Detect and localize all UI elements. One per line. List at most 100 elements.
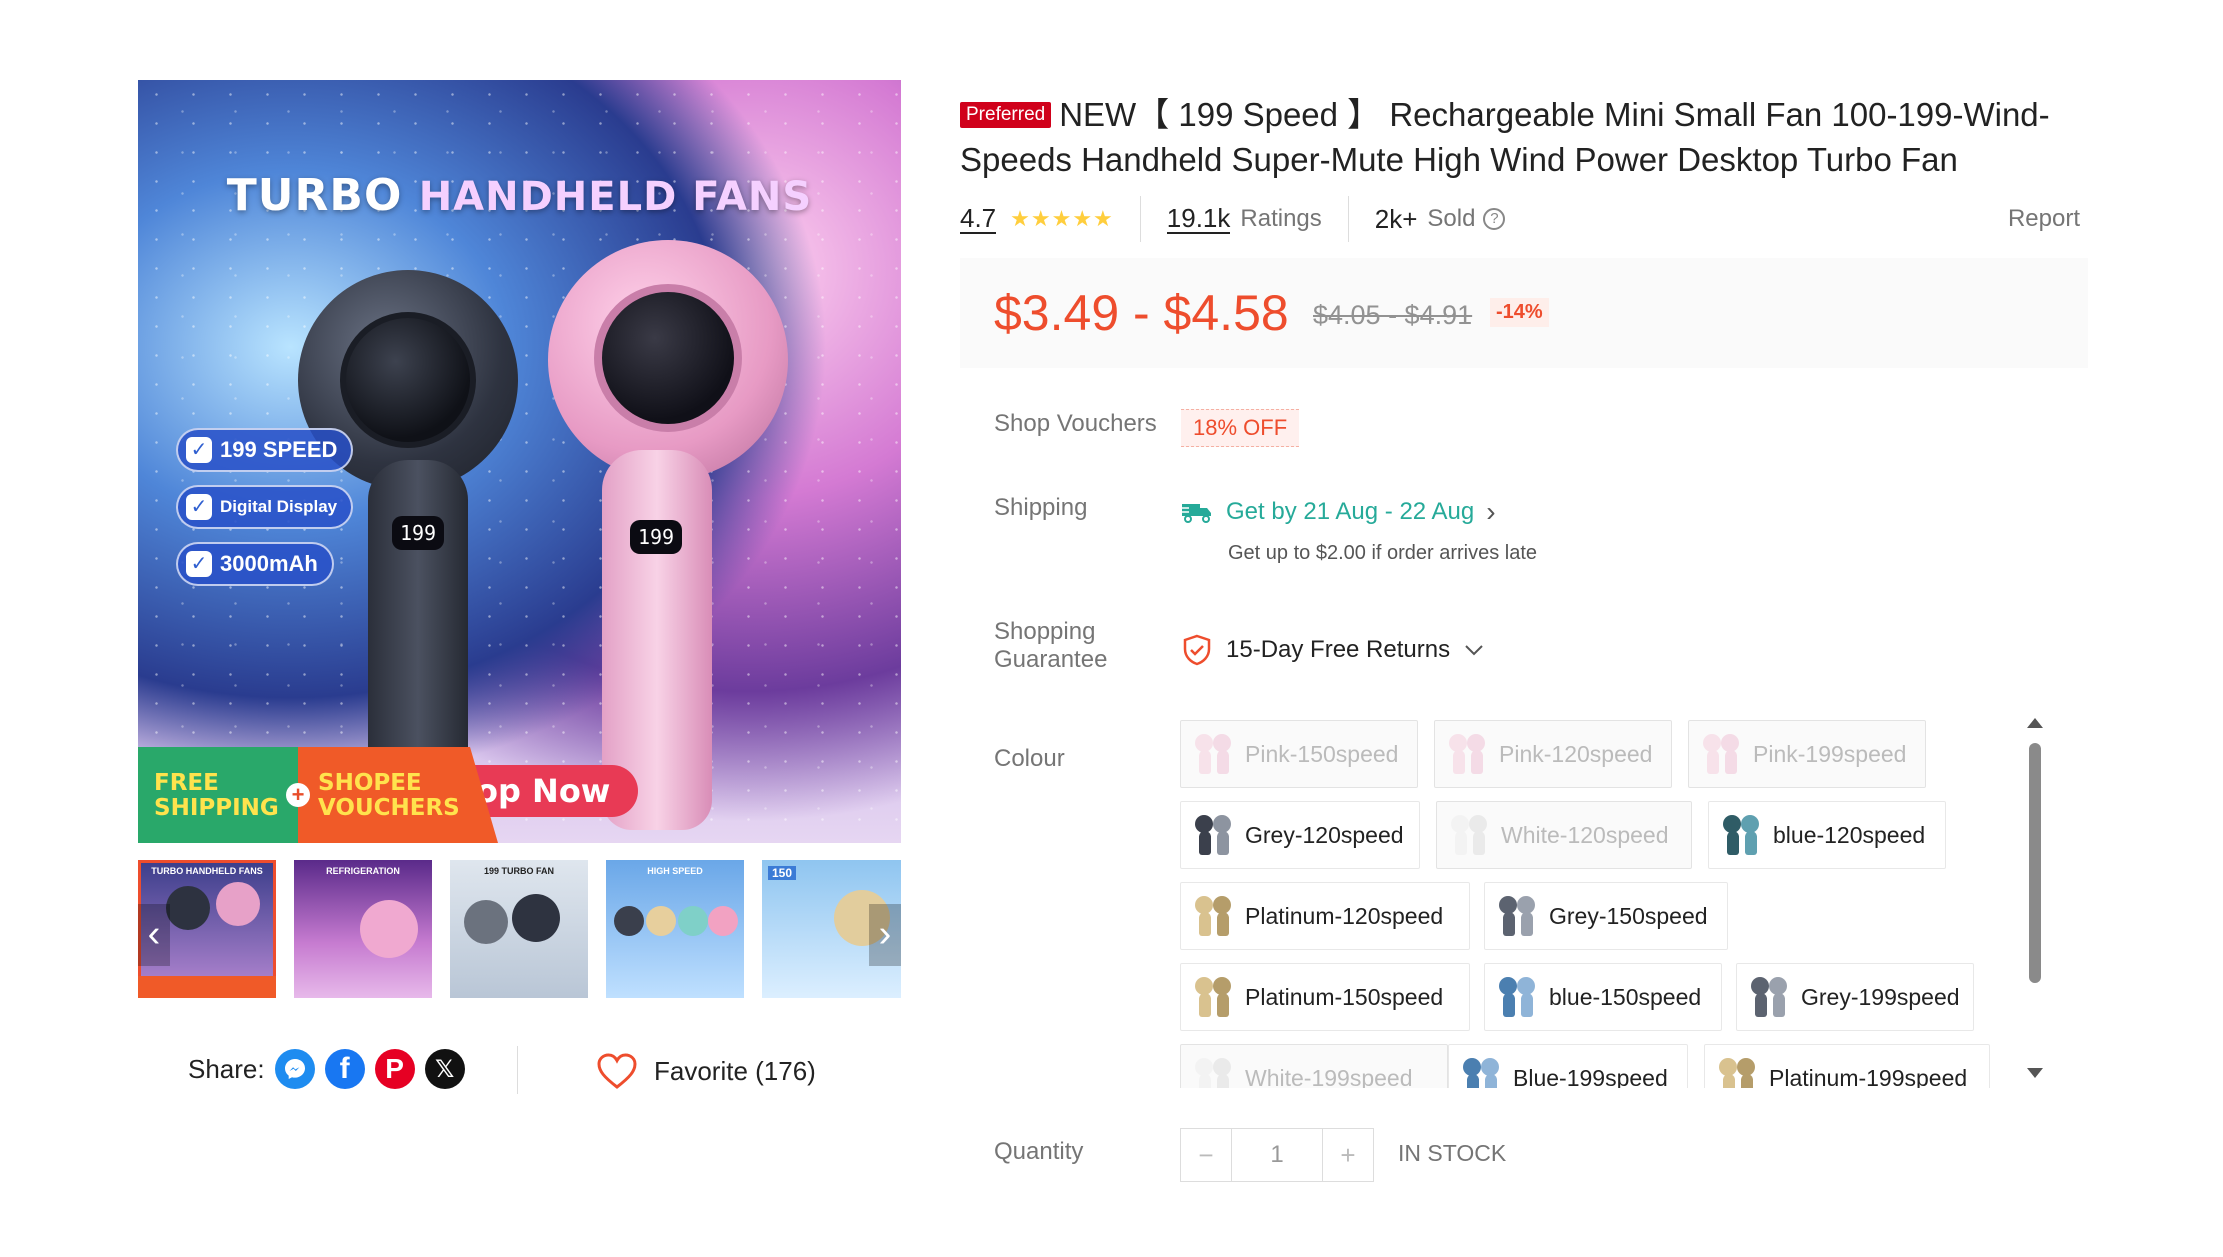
fan-display-dark: 199 (392, 516, 444, 550)
thumbnail-2[interactable]: REFRIGERATION (294, 860, 432, 998)
variant-thumbnail-icon (1717, 1056, 1759, 1088)
colour-option-label: Platinum-120speed (1245, 902, 1444, 929)
thumbnail-caption: TURBO HANDHELD FANS (151, 866, 263, 876)
thumbnail-3[interactable]: 199 TURBO FAN (450, 860, 588, 998)
colour-option-label: Platinum-150speed (1245, 983, 1444, 1010)
guarantee-dropdown[interactable]: 15-Day Free Returns (1182, 634, 1484, 666)
pinterest-icon[interactable]: P (374, 1049, 415, 1089)
colour-option[interactable]: Pink-150speed (1180, 720, 1418, 788)
colour-option-label: blue-120speed (1773, 821, 1926, 848)
colour-option[interactable]: Grey-199speed (1736, 963, 1974, 1031)
ratings-label: Ratings (1240, 205, 1322, 232)
report-link[interactable]: Report (2008, 205, 2080, 233)
colour-options: Pink-150speed Pink-120speed Pink-199speed G… (1180, 720, 2010, 1088)
colour-option[interactable]: White-199speed (1180, 1044, 1448, 1088)
colour-option[interactable]: Grey-120speed (1180, 801, 1420, 869)
product-title: Preferred NEW【 199 Speed 】 Rechargeable M… (960, 92, 2080, 182)
colour-option-label: Grey-120speed (1245, 821, 1404, 848)
delivery-date: Get by 21 Aug - 22 Aug (1226, 498, 1475, 525)
current-price: $3.49 - $4.58 (994, 285, 1289, 341)
guarantee-label-line-1: Shopping (994, 618, 1096, 645)
colour-option[interactable]: Grey-150speed (1484, 882, 1728, 950)
shopee-vouchers-block: SHOPEE VOUCHERS (298, 747, 498, 843)
messenger-icon[interactable] (274, 1049, 315, 1089)
free-shipping-line-2: SHIPPING (154, 795, 279, 821)
variant-thumbnail-icon (1193, 813, 1235, 857)
hero-title-part-1: TURBO (226, 170, 403, 221)
chevron-left-icon[interactable]: ‹ (138, 904, 170, 966)
feature-label: 3000mAh (220, 551, 318, 576)
sold-label: Sold (1427, 205, 1476, 232)
hero-title: TURBO HANDHELD FANS (138, 170, 901, 221)
thumbnail-strip: TURBO HANDHELD FANS REFRIGERATION 199 TU… (138, 860, 901, 1000)
thumbnail-caption: 199 TURBO FAN (483, 866, 554, 876)
increase-button[interactable]: + (1323, 1129, 1373, 1181)
variant-thumbnail-icon (1701, 732, 1743, 776)
x-icon[interactable]: 𝕏 (424, 1049, 465, 1089)
fan-display-pink: 199 (630, 520, 682, 554)
feature-badge-battery: ✓ 3000mAh (176, 542, 334, 586)
plus-icon: + (286, 783, 310, 807)
colour-option-label: blue-150speed (1549, 983, 1702, 1010)
colour-option-label: Blue-199speed (1513, 1064, 1668, 1089)
colour-option[interactable]: Platinum-199speed (1704, 1044, 1990, 1088)
heart-icon (597, 1053, 637, 1089)
colour-option[interactable]: Pink-199speed (1688, 720, 1926, 788)
sold-count: 2k+ (1374, 203, 1418, 234)
feature-label: Digital Display (220, 497, 338, 516)
truck-icon (1180, 504, 1211, 523)
variant-thumbnail-icon (1461, 1056, 1503, 1088)
colour-option-label: White-199speed (1245, 1064, 1413, 1089)
promo-banner: op Now FREE SHIPPING SHOPEE VOUCHERS + (138, 747, 901, 843)
colour-option[interactable]: Platinum-120speed (1180, 882, 1470, 950)
thumbnail-caption: HIGH SPEED (647, 866, 703, 876)
variant-thumbnail-icon (1721, 813, 1763, 857)
share-row: Share: f P 𝕏 (188, 1049, 465, 1089)
scrollbar-thumb[interactable] (2029, 743, 2041, 983)
feature-badge-speed: ✓ 199 SPEED (176, 428, 354, 472)
voucher-chip[interactable]: 18% OFF (1181, 409, 1300, 447)
quantity-input[interactable]: 1 (1231, 1129, 1323, 1181)
colour-option-label: Grey-150speed (1549, 902, 1708, 929)
variant-thumbnail-icon (1447, 732, 1489, 776)
scroll-down-icon[interactable] (2027, 1068, 2043, 1078)
decrease-button[interactable]: − (1181, 1129, 1231, 1181)
shop-vouchers-label: Shop Vouchers (994, 410, 1157, 437)
late-delivery-note: Get up to $2.00 if order arrives late (1228, 542, 1538, 564)
colour-option[interactable]: blue-120speed (1708, 801, 1946, 869)
thumbnail-caption: 150 (768, 866, 797, 880)
rating-divider (1139, 196, 1141, 242)
preferred-badge: Preferred (960, 102, 1052, 128)
variant-thumbnail-icon (1193, 1056, 1235, 1088)
shield-icon (1183, 634, 1211, 666)
star-rating-icon: ★★★★★ (1010, 206, 1114, 231)
shopee-line-1: SHOPEE (318, 770, 422, 796)
help-icon[interactable]: ? (1483, 208, 1506, 230)
variant-thumbnail-icon (1193, 894, 1235, 938)
original-price: $4.05 - $4.91 (1313, 300, 1473, 330)
variant-thumbnail-icon (1193, 975, 1235, 1019)
favorite-label: Favorite (176) (654, 1055, 816, 1086)
facebook-icon[interactable]: f (324, 1049, 365, 1089)
colour-option-label: Platinum-199speed (1769, 1064, 1968, 1089)
stock-status: IN STOCK (1398, 1140, 1507, 1166)
check-icon: ✓ (186, 437, 212, 463)
scroll-up-icon[interactable] (2027, 718, 2043, 728)
product-main-image[interactable]: TURBO HANDHELD FANS 199 199 ✓ 199 SPEED … (138, 80, 901, 843)
colour-option-label: Pink-199speed (1753, 740, 1907, 767)
shipping-label: Shipping (994, 494, 1088, 521)
colour-option[interactable]: Pink-120speed (1434, 720, 1672, 788)
shipping-delivery[interactable]: Get by 21 Aug - 22 Aug › (1180, 498, 1496, 526)
thumbnail-4[interactable]: HIGH SPEED (606, 860, 744, 998)
chevron-right-icon[interactable]: › (869, 904, 901, 966)
colour-option[interactable]: blue-150speed (1484, 963, 1722, 1031)
product-title-text: NEW【 199 Speed 】 Rechargeable Mini Small… (960, 96, 2050, 178)
colour-option[interactable]: Blue-199speed (1448, 1044, 1688, 1088)
quantity-label: Quantity (994, 1138, 1084, 1165)
favorite-button[interactable]: Favorite (176) (596, 1052, 816, 1090)
colour-option[interactable]: White-120speed (1436, 801, 1692, 869)
colour-option[interactable]: Platinum-150speed (1180, 963, 1470, 1031)
colour-option-label: Grey-199speed (1801, 983, 1960, 1010)
rating-value[interactable]: 4.7 (960, 204, 997, 234)
ratings-count[interactable]: 19.1k (1166, 204, 1231, 234)
